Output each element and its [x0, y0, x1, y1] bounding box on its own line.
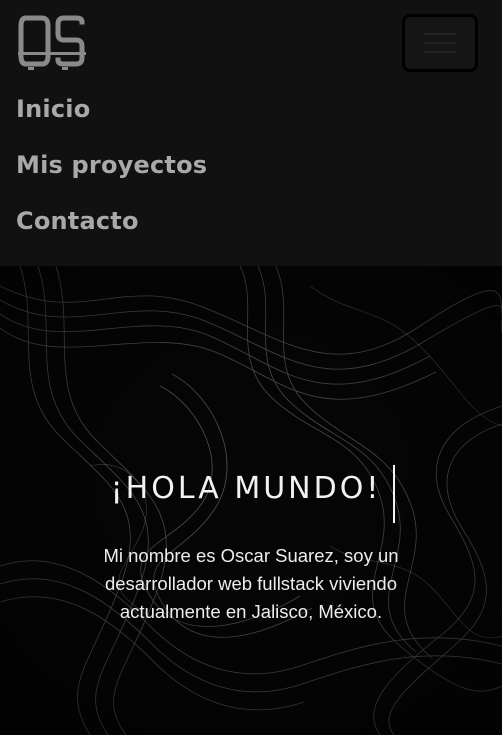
hero-title: ¡HOLA MUNDO!: [110, 465, 396, 523]
hero-title-text: ¡HOLA MUNDO!: [110, 471, 382, 506]
navbar-toggle-button[interactable]: [402, 14, 478, 72]
typing-cursor: [393, 465, 396, 523]
hamburger-icon-line: [424, 33, 456, 35]
logo-os-icon: [18, 15, 86, 70]
nav-link-mis-proyectos[interactable]: Mis proyectos: [16, 148, 207, 182]
navbar: Inicio Mis proyectos Contacto: [0, 0, 502, 266]
hero-intro-text: Mi nombre es Oscar Suarez, soy un desarr…: [103, 545, 399, 622]
brand-logo[interactable]: [18, 12, 86, 72]
nav-link-inicio[interactable]: Inicio: [16, 92, 207, 126]
nav-link-contacto[interactable]: Contacto: [16, 204, 207, 238]
hero-content: ¡HOLA MUNDO! Mi nombre es Oscar Suarez, …: [0, 465, 502, 626]
nav-menu: Inicio Mis proyectos Contacto: [16, 92, 207, 238]
hamburger-icon-line: [424, 42, 456, 44]
hamburger-icon-line: [424, 51, 456, 53]
hero-section: ¡HOLA MUNDO! Mi nombre es Oscar Suarez, …: [0, 266, 502, 735]
